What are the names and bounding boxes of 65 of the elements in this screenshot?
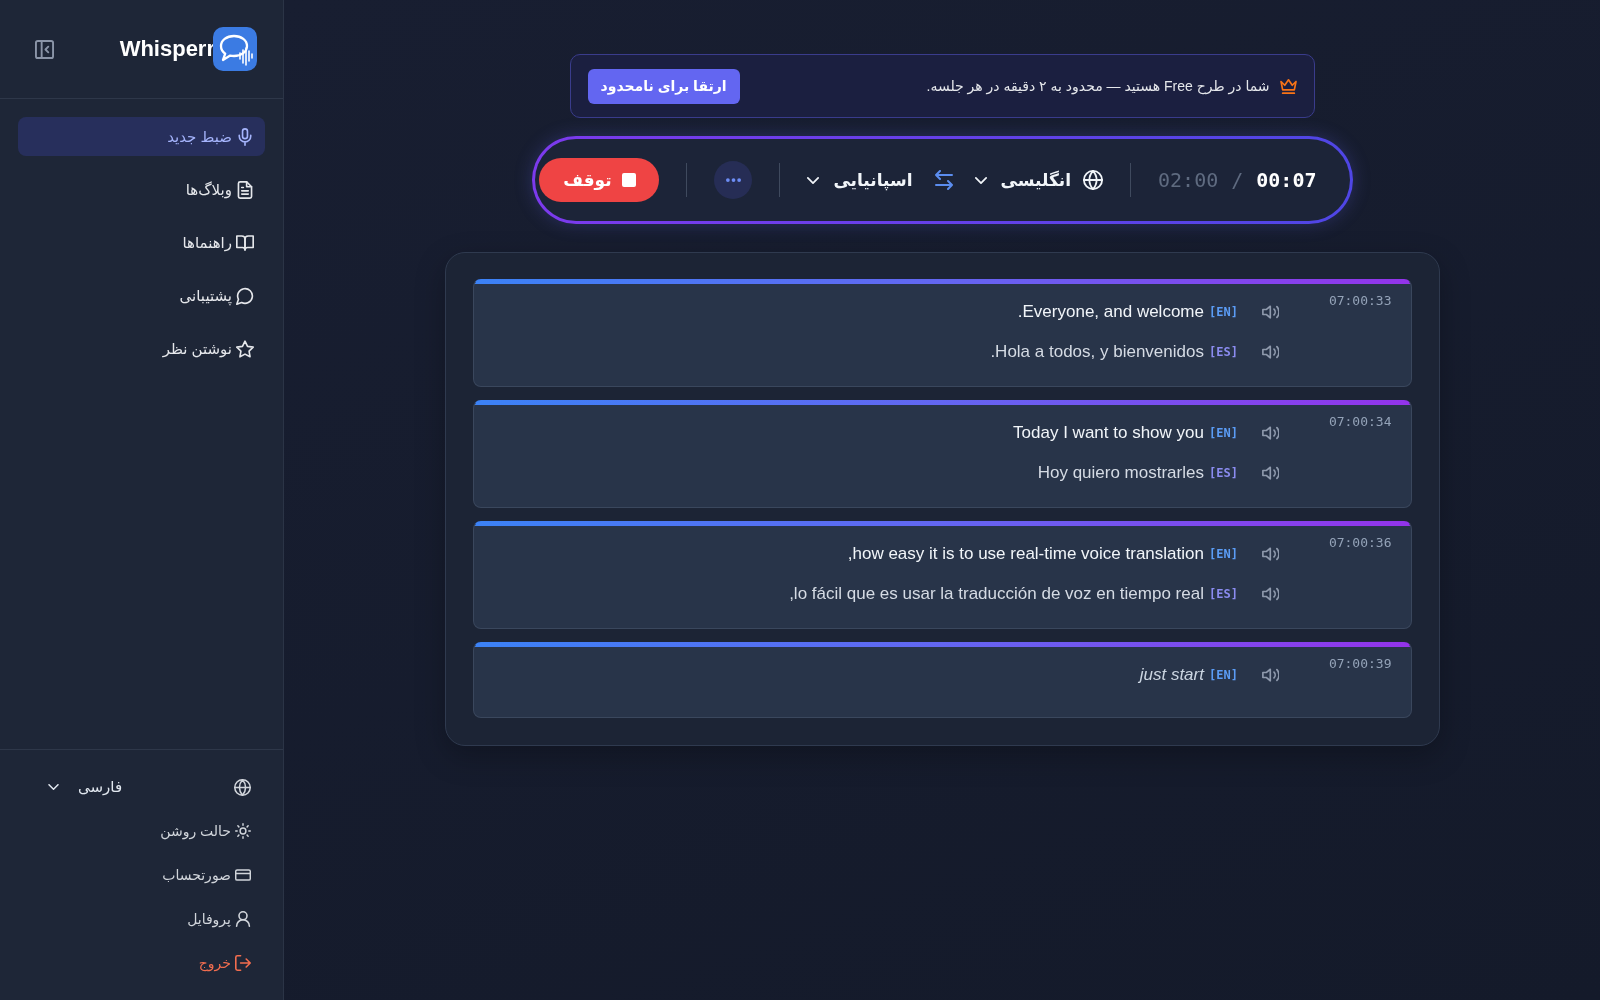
nav-item[interactable]: پشتیبانی	[18, 276, 265, 315]
logout-icon	[235, 955, 251, 971]
language-code: [ES]	[1208, 466, 1238, 480]
chevron-icon	[48, 784, 59, 790]
sidebar-link[interactable]: خروج	[198, 948, 251, 978]
nav-item[interactable]: نوشتن نظر	[18, 329, 265, 368]
logo-icon	[213, 27, 257, 71]
speaker-icon[interactable]	[1261, 547, 1279, 561]
transcript-text: Today I want to show you	[1013, 423, 1204, 443]
speaker-icon[interactable]	[1261, 466, 1279, 480]
timestamp: 07:00:34	[1328, 414, 1392, 430]
star-icon	[236, 339, 254, 358]
target-language-select[interactable]: اسپانیایی	[807, 169, 913, 191]
speaker-icon[interactable]	[1261, 587, 1279, 601]
book-icon	[236, 233, 254, 252]
language-code: [EN]	[1208, 426, 1238, 440]
sidebar-link[interactable]: حالت روشن	[160, 816, 251, 846]
transcript-text: ,how easy it is to use real-time voice translation	[847, 544, 1204, 564]
speaker-icon[interactable]	[1261, 305, 1279, 319]
microphone-icon	[236, 127, 254, 146]
stop-button[interactable]: توقف	[539, 158, 660, 202]
more-button[interactable]	[714, 161, 753, 199]
language-code: [EN]	[1208, 668, 1238, 682]
timestamp: 07:00:39	[1328, 656, 1392, 672]
timestamp: 07:00:36	[1328, 535, 1392, 551]
time-limit: 02:00	[1158, 168, 1219, 192]
globe-icon	[1083, 170, 1103, 190]
transcript-text: ,lo fácil que es usar la traducción de voz en tiempo real	[789, 584, 1204, 604]
stop-icon	[621, 173, 636, 187]
sidebar-link[interactable]: پروفایل	[187, 904, 251, 934]
globe-icon	[234, 778, 251, 796]
language-code: [EN]	[1208, 305, 1238, 319]
transcript-text: .Hola a todos, y bienvenidos	[990, 342, 1204, 362]
source-language-select[interactable]: انگلیسی	[974, 169, 1071, 191]
elapsed-time: 00:07	[1256, 168, 1317, 192]
sidebar-toggle-icon[interactable]	[35, 39, 54, 59]
chevron-icon	[974, 176, 987, 184]
language-select[interactable]: فارسی	[48, 778, 123, 796]
speaker-icon[interactable]	[1261, 345, 1279, 359]
language-code: [ES]	[1208, 587, 1238, 601]
nav-item[interactable]: ضبط جدید	[18, 117, 265, 156]
nav-item[interactable]: راهنماها	[18, 223, 265, 262]
nav-item[interactable]: وبلاگ‌ها	[18, 170, 265, 209]
document-icon	[236, 180, 254, 199]
transcript-text: just start	[1139, 665, 1204, 685]
language-code: [EN]	[1208, 547, 1238, 561]
transcript-text: .Everyone, and welcome	[1017, 302, 1204, 322]
swap-icon[interactable]	[934, 170, 953, 190]
crown-icon	[1279, 78, 1297, 94]
chat-bubble-icon	[236, 286, 254, 305]
sidebar-link[interactable]: صورتحساب	[162, 860, 251, 890]
user-icon	[235, 911, 251, 927]
logo-text: Whisperr	[119, 36, 215, 62]
timestamp: 07:00:33	[1328, 293, 1392, 309]
chevron-icon	[807, 176, 820, 184]
dots-icon	[725, 178, 741, 182]
language-code: [ES]	[1208, 345, 1238, 359]
transcript-text: Hoy quiero mostrarles	[1037, 463, 1204, 483]
speaker-icon[interactable]	[1261, 668, 1279, 682]
speaker-icon[interactable]	[1261, 426, 1279, 440]
credit-card-icon	[235, 867, 251, 883]
upgrade-button[interactable]: ارتقا برای نامحدود	[587, 68, 740, 104]
plan-notice: شما در طرح Free هستید — محدود به ۲ دقیقه در هر جلسه.	[926, 78, 1270, 94]
time-separator: /	[1231, 168, 1244, 192]
sun-icon	[235, 823, 251, 839]
